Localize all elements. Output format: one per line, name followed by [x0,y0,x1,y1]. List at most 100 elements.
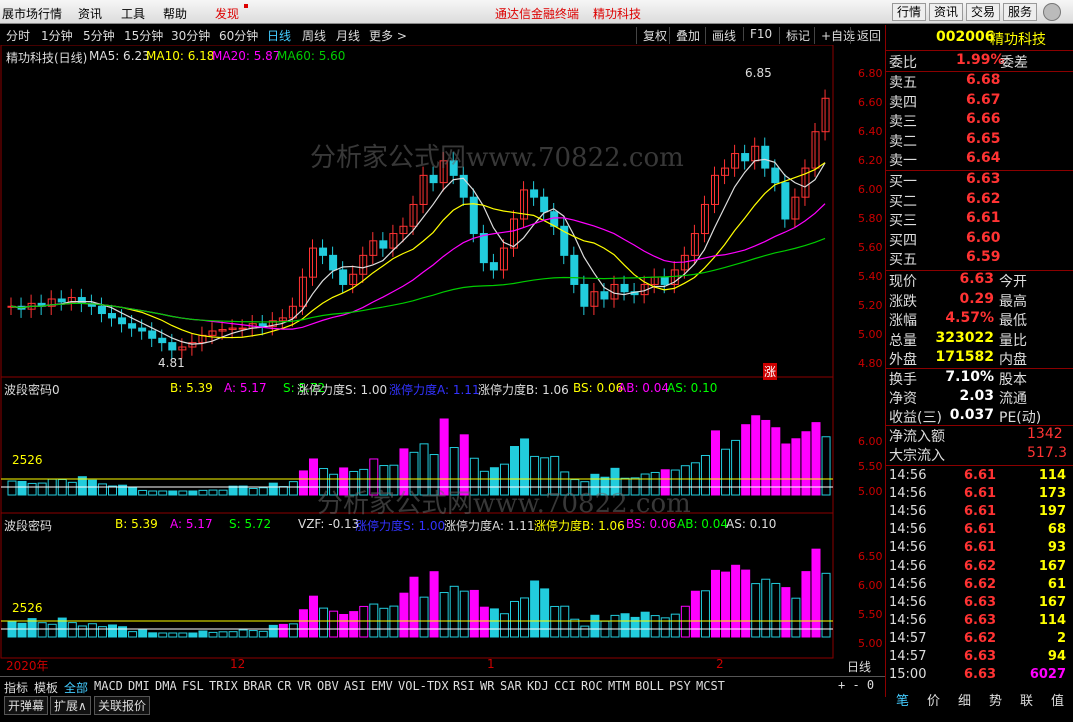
indicator-tab[interactable]: PSY [669,679,691,693]
ask-price: 6.65 [966,130,1001,147]
indicator-bar [650,615,660,638]
period-more[interactable]: 更多 > [369,27,407,44]
indicator-tab[interactable]: VOL-TDX [398,679,449,693]
stat-value: 4.57% [945,310,994,326]
quote-tab[interactable]: 价 [927,690,940,709]
period-day[interactable]: 日线 [267,27,291,44]
bid-row[interactable]: 买二 6.62 [886,191,1073,210]
menu-market[interactable]: 展市场行情 [2,5,62,22]
indicator-tab[interactable]: MTM [608,679,630,693]
indicator-tab[interactable]: 全部 [64,679,88,696]
menu-news[interactable]: 资讯 [78,5,102,22]
quote-tab[interactable]: 细 [958,690,971,709]
indicator-bar [87,623,97,638]
indicator-tab[interactable]: FSL [182,679,204,693]
btn-quote[interactable]: 行情 [892,3,927,21]
period-tick[interactable]: 分时 [6,27,30,44]
y-tick: 6.60 [858,96,883,109]
tool-mark[interactable]: 标记 [779,27,810,44]
indicator-bar [751,415,761,496]
tool-f10[interactable]: F10 [743,27,772,41]
bid-label: 买一 [889,174,917,190]
bid-row[interactable]: 买三 6.61 [886,210,1073,229]
expand-toggle[interactable]: 扩展∧ [50,696,91,715]
indicator-tab[interactable]: MACD [94,679,123,693]
menu-discover[interactable]: 发现 [215,5,239,22]
candle-body [580,283,589,307]
indicator-tab[interactable]: 指标 [4,679,28,696]
menu-tools[interactable]: 工具 [121,5,145,22]
ask-row[interactable]: 卖一 6.64 [886,150,1073,169]
indicator-tab[interactable]: BOLL [635,679,664,693]
indicator-tab[interactable]: VR [297,679,311,693]
indicator-bar [248,630,258,638]
quote-tab[interactable]: 联 [1020,690,1033,709]
ask-label: 卖四 [889,94,917,111]
indicator-tab[interactable]: 模板 [34,679,58,696]
y-tick: 6.80 [858,67,883,80]
indicator-tab[interactable]: DMI [128,679,150,693]
indicator-tab[interactable]: KDJ [527,679,549,693]
indicator-tab[interactable]: ROC [581,679,603,693]
indicator-bar [188,490,198,496]
indicator-tab[interactable]: CCI [554,679,576,693]
ma10-label: MA10: 6.18 [146,49,215,63]
tick-price: 6.63 [964,612,997,628]
ind1-2526: 2526 [12,453,43,467]
quote-tab[interactable]: 笔 [896,690,909,709]
indicator-tab[interactable]: BRAR [243,679,272,693]
bid-row[interactable]: 买一 6.63 [886,171,1073,190]
stat-value: 171582 [935,349,994,365]
tick-price: 6.61 [964,468,997,483]
tick-row: 14:57 6.62 2 [886,631,1073,649]
period-5m[interactable]: 5分钟 [83,27,115,44]
danmu-toggle[interactable]: 开弹幕 [4,696,49,715]
tool-add-favorite[interactable]: +自选 [814,27,855,44]
period-60m[interactable]: 60分钟 [219,27,258,44]
bid-row[interactable]: 买四 6.60 [886,230,1073,249]
related-quote[interactable]: 关联报价 [94,696,151,715]
indicator-tab[interactable]: WR [480,679,494,693]
period-month[interactable]: 月线 [336,27,360,44]
y-tick: 5.50 [858,608,883,621]
indicator-tab[interactable]: ASI [344,679,366,693]
btn-trade[interactable]: 交易 [966,3,1001,21]
tool-draw[interactable]: 画线 [705,27,736,44]
period-week[interactable]: 周线 [302,27,326,44]
minimize-icon[interactable] [1043,3,1061,21]
stat2-value: 7.10% [945,369,994,385]
indicator-tab[interactable]: MCST [696,679,725,693]
ask-row[interactable]: 卖三 6.66 [886,111,1073,130]
tool-overlay[interactable]: 叠加 [669,27,700,44]
menu-help[interactable]: 帮助 [163,5,187,22]
bid-row[interactable]: 买五 6.59 [886,249,1073,268]
tool-back[interactable]: 返回 [850,27,881,44]
tick-row: 15:00 6.63 6027 [886,667,1073,685]
netflow-value: 1342 [1027,426,1063,442]
indicator-tab[interactable]: TRIX [209,679,238,693]
zoom-controls[interactable]: + - 0 [838,678,874,692]
ask-row[interactable]: 卖二 6.65 [886,131,1073,150]
indicator-tab[interactable]: OBV [317,679,339,693]
indicator-tab[interactable]: CR [277,679,291,693]
limit-up-badge: 涨 [763,363,778,380]
indicator-tab[interactable]: SAR [500,679,522,693]
btn-info[interactable]: 资讯 [929,3,964,21]
indicator-bar [158,490,168,496]
quote-tab[interactable]: 势 [989,690,1002,709]
indicator-tab[interactable]: EMV [371,679,393,693]
ask-row[interactable]: 卖四 6.67 [886,92,1073,111]
y-tick: 5.00 [858,328,883,341]
netflow-row: 净流入额 1342 [886,426,1073,445]
tool-fuquan[interactable]: 复权 [636,27,667,44]
indicator-tab[interactable]: RSI [453,679,475,693]
period-15m[interactable]: 15分钟 [124,27,163,44]
quote-tab[interactable]: 值 [1051,690,1064,709]
btn-service[interactable]: 服务 [1003,3,1038,21]
chart-area[interactable]: 精功科技(日线) MA5: 6.23 MA10: 6.18 MA20: 5.87… [0,45,885,674]
period-1m[interactable]: 1分钟 [41,27,73,44]
ask-row[interactable]: 卖五 6.68 [886,72,1073,91]
period-30m[interactable]: 30分钟 [171,27,210,44]
tick-price: 6.61 [964,540,997,556]
indicator-tab[interactable]: DMA [155,679,177,693]
